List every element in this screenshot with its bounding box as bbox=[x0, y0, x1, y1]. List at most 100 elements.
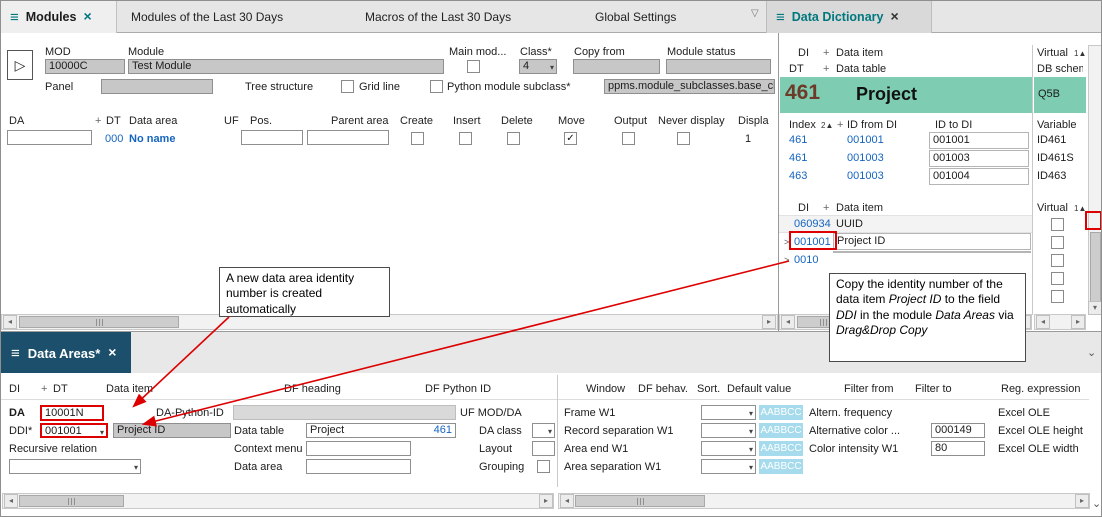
menu-icon[interactable] bbox=[10, 9, 19, 26]
col-header-window[interactable]: Window bbox=[586, 383, 625, 395]
rel-variable[interactable]: ID461S bbox=[1037, 152, 1074, 164]
color-intensity-field[interactable]: 80 bbox=[931, 441, 985, 456]
alternative-color-field[interactable]: 000149 bbox=[931, 423, 985, 438]
col-header-parent-area[interactable]: Parent area bbox=[331, 115, 388, 127]
copy-from-field[interactable] bbox=[573, 59, 660, 74]
data-item-name[interactable]: UUID bbox=[836, 218, 863, 230]
display-cell[interactable]: 1 bbox=[745, 133, 751, 145]
rel-id-to[interactable]: 001004 bbox=[929, 168, 1029, 185]
add-column-icon[interactable]: + bbox=[823, 47, 829, 59]
tab-data-areas[interactable]: Data Areas* bbox=[1, 332, 131, 374]
col-header-di[interactable]: DI bbox=[798, 47, 809, 59]
scroll-left-icon[interactable] bbox=[560, 494, 574, 508]
scroll-thumb[interactable] bbox=[1090, 232, 1101, 312]
rel-id-to[interactable]: 001003 bbox=[929, 150, 1029, 167]
scroll-right-icon[interactable] bbox=[1071, 315, 1085, 329]
scroll-right-icon[interactable] bbox=[762, 315, 776, 329]
parent-area-cell[interactable] bbox=[307, 130, 389, 145]
grouping-checkbox[interactable] bbox=[537, 460, 550, 473]
rel-variable[interactable]: ID461 bbox=[1037, 134, 1066, 146]
layout-field[interactable] bbox=[532, 441, 555, 456]
data-area-field[interactable] bbox=[306, 459, 411, 474]
rel-id-from[interactable]: 001003 bbox=[847, 170, 884, 182]
frame-color-swatch[interactable]: AABBCC bbox=[759, 405, 803, 420]
scroll-left-icon[interactable] bbox=[1036, 315, 1050, 329]
collapse-panel-icon[interactable]: ⌄ bbox=[1087, 346, 1096, 359]
tab-overflow-icon[interactable] bbox=[751, 7, 759, 19]
area-end-select[interactable] bbox=[701, 441, 756, 456]
virtual-checkbox[interactable] bbox=[1051, 218, 1064, 231]
col-header-da[interactable]: DA bbox=[9, 115, 24, 127]
col-header-delete[interactable]: Delete bbox=[501, 115, 533, 127]
scroll-right-icon[interactable] bbox=[539, 494, 553, 508]
col-header-dt[interactable]: DT bbox=[53, 383, 68, 395]
collapse-icon[interactable]: ⌄ bbox=[1092, 497, 1101, 510]
col-header-filter-to[interactable]: Filter to bbox=[915, 383, 952, 395]
data-item-name[interactable] bbox=[833, 251, 1031, 253]
col-header-create[interactable]: Create bbox=[400, 115, 433, 127]
col-header-data-item[interactable]: Data item bbox=[106, 383, 153, 395]
col-header-index[interactable]: Index bbox=[789, 119, 816, 131]
output-checkbox[interactable] bbox=[622, 132, 635, 145]
data-table-number[interactable]: 461 bbox=[785, 81, 820, 105]
tab-modules[interactable]: Modules bbox=[1, 1, 117, 33]
move-checkbox[interactable] bbox=[564, 132, 577, 145]
data-table-record[interactable]: 461 Project bbox=[780, 77, 1032, 113]
create-checkbox[interactable] bbox=[411, 132, 424, 145]
pos-cell[interactable] bbox=[241, 130, 303, 145]
col-header-di[interactable]: DI bbox=[9, 383, 20, 395]
da-python-id-field[interactable] bbox=[233, 405, 456, 420]
col-header-never-display[interactable]: Never display bbox=[658, 115, 725, 127]
virtual-checkbox[interactable] bbox=[1051, 236, 1064, 249]
scroll-down-icon[interactable] bbox=[1088, 301, 1102, 315]
rel-id-from[interactable]: 001001 bbox=[847, 134, 884, 146]
col-header-dt[interactable]: DT bbox=[789, 63, 804, 75]
col-header-id-to-di[interactable]: ID to DI bbox=[935, 119, 972, 131]
add-column-icon[interactable]: + bbox=[837, 119, 843, 131]
virtual-column-scrollbar[interactable] bbox=[1034, 314, 1086, 330]
module-name-field[interactable]: Test Module bbox=[128, 59, 444, 74]
add-column-icon[interactable]: + bbox=[95, 115, 101, 127]
tab-data-dictionary[interactable]: Data Dictionary bbox=[766, 1, 932, 33]
col-header-data-item[interactable]: Data item bbox=[836, 47, 883, 59]
recursive-relation-select[interactable] bbox=[9, 459, 141, 474]
tab-macros-30-days[interactable]: Macros of the Last 30 Days bbox=[365, 10, 511, 24]
col-header-default-value[interactable]: Default value bbox=[727, 383, 791, 395]
area-separation-swatch[interactable]: AABBCC bbox=[759, 459, 803, 474]
data-areas-right-scrollbar[interactable] bbox=[558, 493, 1090, 509]
virtual-checkbox[interactable] bbox=[1051, 272, 1064, 285]
panel-field[interactable] bbox=[101, 79, 213, 94]
tab-modules-30-days[interactable]: Modules of the Last 30 Days bbox=[131, 10, 283, 24]
col-header-id-from-di[interactable]: ID from DI bbox=[847, 119, 897, 131]
delete-checkbox[interactable] bbox=[507, 132, 520, 145]
add-column-icon[interactable]: + bbox=[823, 63, 829, 75]
rel-index[interactable]: 463 bbox=[789, 170, 807, 182]
menu-icon[interactable] bbox=[776, 9, 785, 26]
data-table-name[interactable]: Project bbox=[856, 84, 917, 105]
data-table-field[interactable]: Project461 bbox=[306, 423, 456, 438]
python-subclass-checkbox[interactable] bbox=[430, 80, 443, 93]
da-class-select[interactable] bbox=[532, 423, 555, 438]
col-header-di[interactable]: DI bbox=[798, 202, 809, 214]
run-module-button[interactable] bbox=[7, 50, 33, 80]
main-module-checkbox[interactable] bbox=[467, 60, 480, 73]
scroll-left-icon[interactable] bbox=[4, 494, 18, 508]
col-header-pos[interactable]: Pos. bbox=[250, 115, 272, 127]
col-header-display[interactable]: Displa bbox=[738, 115, 769, 127]
da-id-cell[interactable] bbox=[7, 130, 92, 145]
col-header-data-item[interactable]: Data item bbox=[836, 202, 883, 214]
rel-variable[interactable]: ID463 bbox=[1037, 170, 1066, 182]
virtual-checkbox[interactable] bbox=[1051, 254, 1064, 267]
data-item-di[interactable]: 0010 bbox=[794, 254, 818, 266]
col-header-output[interactable]: Output bbox=[614, 115, 647, 127]
col-header-df-heading[interactable]: DF heading bbox=[284, 383, 341, 395]
context-menu-field[interactable] bbox=[306, 441, 411, 456]
col-header-variable[interactable]: Variable bbox=[1037, 119, 1077, 131]
menu-icon[interactable] bbox=[11, 345, 20, 362]
rel-id-from[interactable]: 001003 bbox=[847, 152, 884, 164]
ddi-name-field[interactable]: Project ID bbox=[113, 423, 231, 438]
col-header-virtual[interactable]: Virtual bbox=[1037, 47, 1068, 59]
col-header-data-table[interactable]: Data table bbox=[836, 63, 886, 75]
col-header-df-python-id[interactable]: DF Python ID bbox=[425, 383, 491, 395]
area-separation-select[interactable] bbox=[701, 459, 756, 474]
